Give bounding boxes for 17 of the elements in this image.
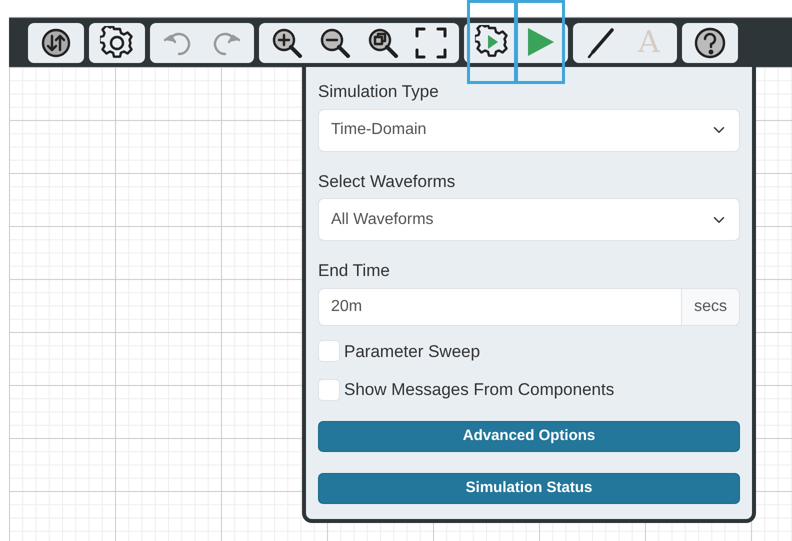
field-label: Simulation Type	[318, 81, 440, 103]
settings-icon	[100, 26, 134, 60]
checkbox[interactable]	[318, 340, 340, 362]
unit-label: secs	[681, 288, 740, 326]
gear-play-icon	[475, 24, 509, 58]
dropdown[interactable]: Time-Domain	[318, 108, 740, 152]
checkbox-label: Show Messages From Components	[344, 379, 614, 401]
help-icon	[693, 26, 727, 60]
fullscreen-icon	[414, 26, 448, 60]
checkbox[interactable]	[318, 378, 340, 401]
end-time-field[interactable]: 20m	[318, 288, 682, 326]
panel-button[interactable]: Advanced Options	[318, 420, 740, 452]
field-label: End Time	[318, 260, 391, 282]
checkbox-label: Parameter Sweep	[344, 340, 480, 362]
field-label: Select Waveforms	[318, 170, 456, 192]
panel-button[interactable]: Simulation Status	[318, 472, 740, 504]
dropdown[interactable]: All Waveforms	[318, 198, 740, 241]
